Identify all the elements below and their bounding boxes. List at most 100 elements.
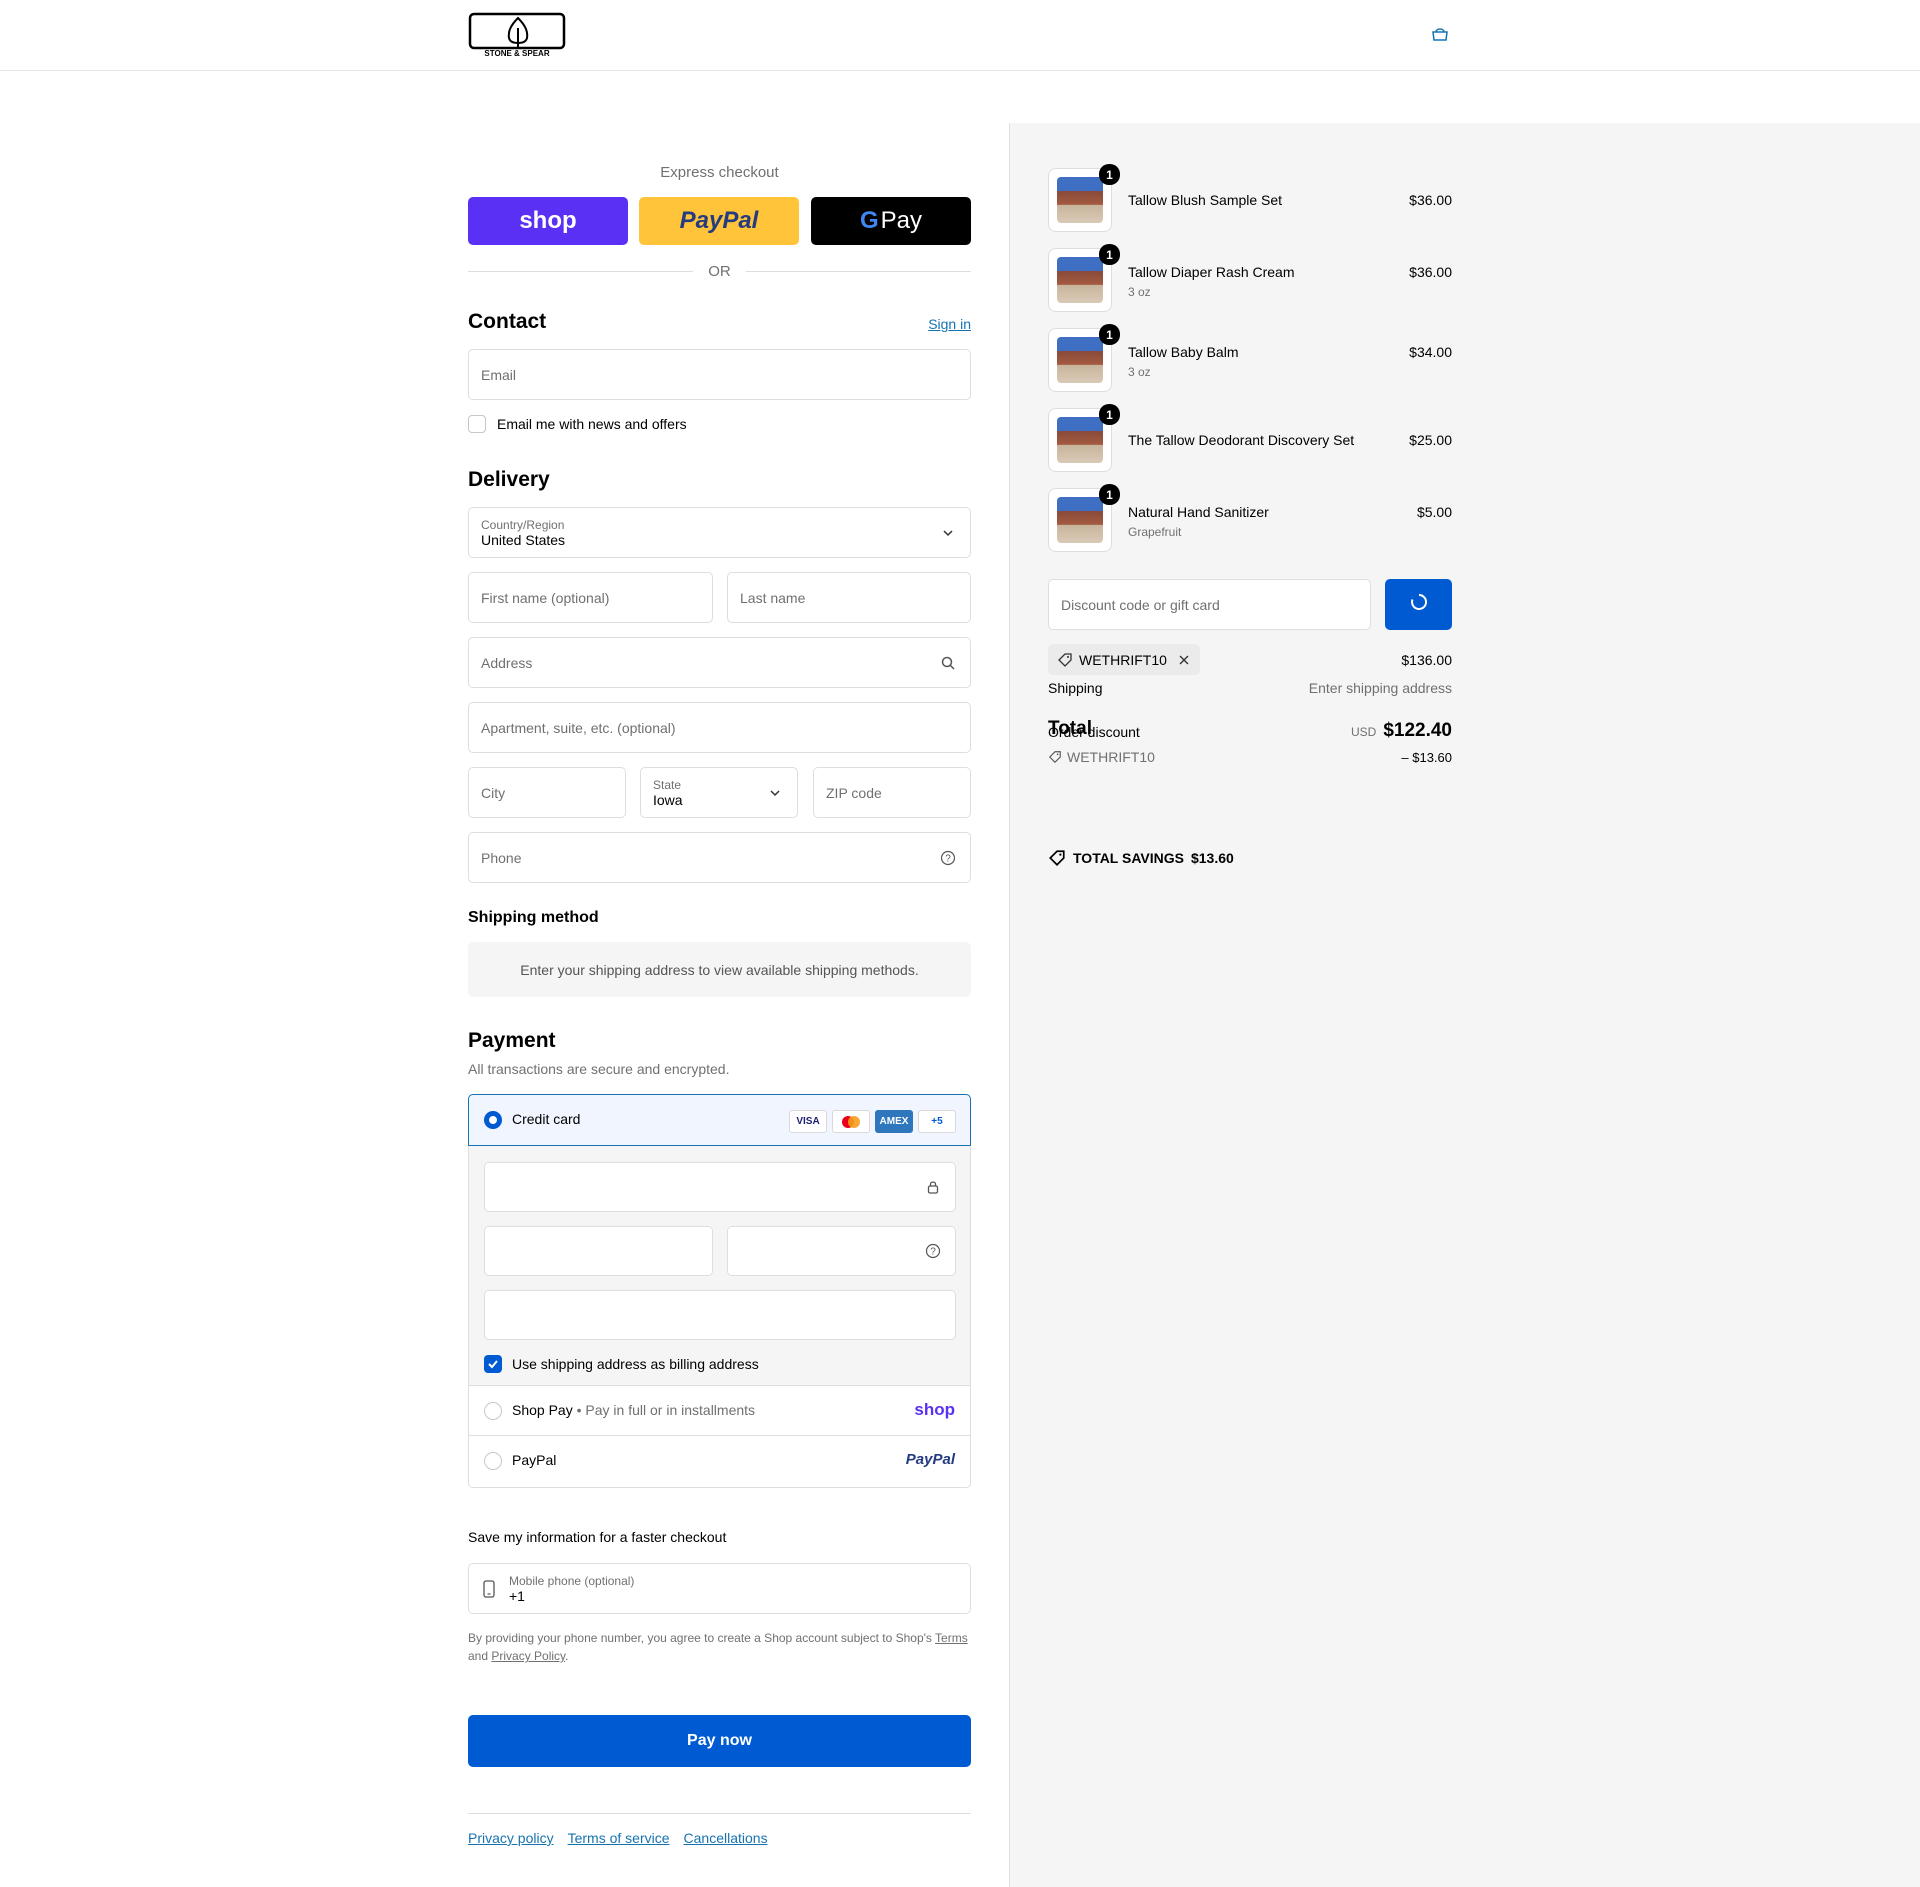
- express-checkout-title: Express checkout: [660, 164, 779, 181]
- shop-pay-sub: Pay in full or in installments: [585, 1402, 756, 1418]
- line-item: 1 Tallow Baby Balm 3 oz $34.00: [1048, 324, 1452, 394]
- shipping-note-text: Enter your shipping address to view avai…: [520, 961, 919, 978]
- line-item: 1 Tallow Diaper Rash Cream 3 oz $36.00: [1048, 244, 1452, 314]
- country-select[interactable]: Country/Region United States: [468, 507, 971, 558]
- credit-card-radio[interactable]: [484, 1111, 502, 1129]
- applied-code-text: WETHRIFT10: [1079, 651, 1167, 668]
- state-select[interactable]: State Iowa: [640, 767, 798, 818]
- quantity-badge: 1: [1099, 404, 1120, 425]
- city-placeholder: City: [481, 784, 506, 801]
- item-price: $36.00: [1409, 264, 1452, 280]
- country-label: Country/Region: [481, 517, 565, 532]
- shop-privacy-link[interactable]: Privacy Policy: [491, 1649, 565, 1663]
- newsletter-checkbox[interactable]: [468, 415, 486, 433]
- credit-card-option[interactable]: Credit card VISA AMEX +5: [468, 1094, 971, 1146]
- footer-links: Privacy policy Terms of service Cancella…: [468, 1830, 768, 1846]
- gpay-label: Pay: [880, 207, 923, 234]
- pay-now-button[interactable]: Pay now: [468, 1715, 971, 1767]
- terms-of-service-link[interactable]: Terms of service: [568, 1830, 670, 1846]
- paypal-button[interactable]: PayPal: [639, 197, 799, 245]
- city-field[interactable]: City: [468, 767, 626, 818]
- zip-placeholder: ZIP code: [826, 784, 882, 801]
- item-name: Natural Hand Sanitizer: [1128, 504, 1269, 520]
- item-price: $5.00: [1416, 504, 1452, 520]
- legal-text: By providing your phone number, you agre…: [468, 1629, 971, 1665]
- cart-icon[interactable]: [1430, 26, 1450, 42]
- svg-text:?: ?: [945, 853, 951, 864]
- total-label: Total: [1048, 718, 1092, 739]
- credit-card-label: Credit card: [512, 1111, 581, 1127]
- header: STONE & SPEAR: [0, 0, 1920, 71]
- shop-pay-option[interactable]: Shop Pay • Pay in full or in installment…: [469, 1386, 970, 1436]
- zip-field[interactable]: ZIP code: [813, 767, 971, 818]
- legal-end: .: [565, 1649, 569, 1663]
- payment-title: Payment: [468, 1029, 556, 1052]
- subtotal-value: $136.00: [1401, 652, 1452, 668]
- delivery-title: Delivery: [468, 468, 550, 491]
- billing-same-checkbox[interactable]: [484, 1355, 502, 1373]
- cancellations-link[interactable]: Cancellations: [684, 1830, 768, 1846]
- phone-placeholder: Phone: [481, 849, 522, 866]
- tag-icon: [1048, 750, 1062, 764]
- discount-code-field[interactable]: Discount code or gift card: [1048, 579, 1371, 630]
- apartment-field[interactable]: Apartment, suite, etc. (optional): [468, 702, 971, 753]
- email-field[interactable]: Email: [468, 349, 971, 400]
- sign-in-link[interactable]: Sign in: [928, 316, 971, 332]
- shop-pay-logo: shop: [914, 1400, 955, 1419]
- last-name-placeholder: Last name: [740, 589, 806, 606]
- google-pay-button[interactable]: G Pay: [811, 197, 971, 245]
- discount-code-text: WETHRIFT10: [1067, 749, 1155, 765]
- paypal-label: PayPal: [679, 207, 759, 234]
- name-on-card-field[interactable]: [484, 1290, 956, 1340]
- contact-title: Contact: [468, 310, 547, 333]
- shop-pay-radio[interactable]: [484, 1402, 502, 1420]
- payment-subtitle: All transactions are secure and encrypte…: [468, 1061, 730, 1077]
- mobile-phone-label: Mobile phone (optional): [509, 1573, 635, 1588]
- mobile-phone-field[interactable]: Mobile phone (optional) +1: [468, 1563, 971, 1614]
- phone-field[interactable]: Phone ?: [468, 832, 971, 883]
- brand-logo[interactable]: STONE & SPEAR: [468, 12, 568, 58]
- paypal-option[interactable]: PayPal PayPal: [469, 1436, 970, 1487]
- savings-value: $13.60: [1190, 850, 1234, 866]
- paypal-radio[interactable]: [484, 1452, 502, 1470]
- svg-text:?: ?: [930, 1247, 936, 1258]
- lock-icon: [925, 1179, 941, 1195]
- item-variant: 3 oz: [1128, 365, 1151, 379]
- shipping-method-title: Shipping method: [468, 909, 599, 926]
- discount-placeholder: Discount code or gift card: [1061, 596, 1220, 613]
- address-field[interactable]: Address: [468, 637, 971, 688]
- shop-terms-link[interactable]: Terms: [935, 1631, 968, 1645]
- help-icon[interactable]: ?: [925, 1243, 941, 1259]
- apply-discount-button[interactable]: [1385, 579, 1452, 630]
- quantity-badge: 1: [1099, 484, 1120, 505]
- tag-icon: [1057, 652, 1073, 668]
- security-code-field[interactable]: ?: [727, 1226, 956, 1276]
- currency: USD: [1350, 725, 1377, 739]
- tag-icon: [1048, 849, 1066, 867]
- privacy-policy-link[interactable]: Privacy policy: [468, 1830, 554, 1846]
- discount-amount: – $13.60: [1401, 750, 1452, 765]
- paypal-logo: PayPal: [905, 1451, 955, 1468]
- email-placeholder: Email: [481, 366, 517, 383]
- state-label: State: [653, 777, 682, 792]
- expiration-field[interactable]: [484, 1226, 713, 1276]
- google-g-icon: G: [859, 207, 879, 234]
- close-icon[interactable]: [1177, 653, 1191, 667]
- total-savings: TOTAL SAVINGS $13.60: [1048, 849, 1234, 867]
- quantity-badge: 1: [1099, 324, 1120, 345]
- mobile-phone-icon: [483, 1580, 495, 1601]
- shop-pay-label: Shop Pay: [512, 1402, 573, 1418]
- line-item: 1 Natural Hand Sanitizer Grapefruit $5.0…: [1048, 484, 1452, 554]
- chevron-down-icon: [767, 785, 783, 801]
- apartment-placeholder: Apartment, suite, etc. (optional): [481, 719, 676, 736]
- help-icon[interactable]: ?: [940, 850, 956, 866]
- first-name-field[interactable]: First name (optional): [468, 572, 713, 623]
- country-value: United States: [481, 531, 566, 548]
- footer-divider: [468, 1813, 971, 1814]
- item-name: The Tallow Deodorant Discovery Set: [1128, 432, 1355, 448]
- amex-icon: AMEX: [875, 1110, 913, 1133]
- shop-pay-button[interactable]: shop: [468, 197, 628, 245]
- last-name-field[interactable]: Last name: [727, 572, 971, 623]
- paypal-option-label: PayPal: [512, 1452, 557, 1468]
- card-number-field[interactable]: [484, 1162, 956, 1212]
